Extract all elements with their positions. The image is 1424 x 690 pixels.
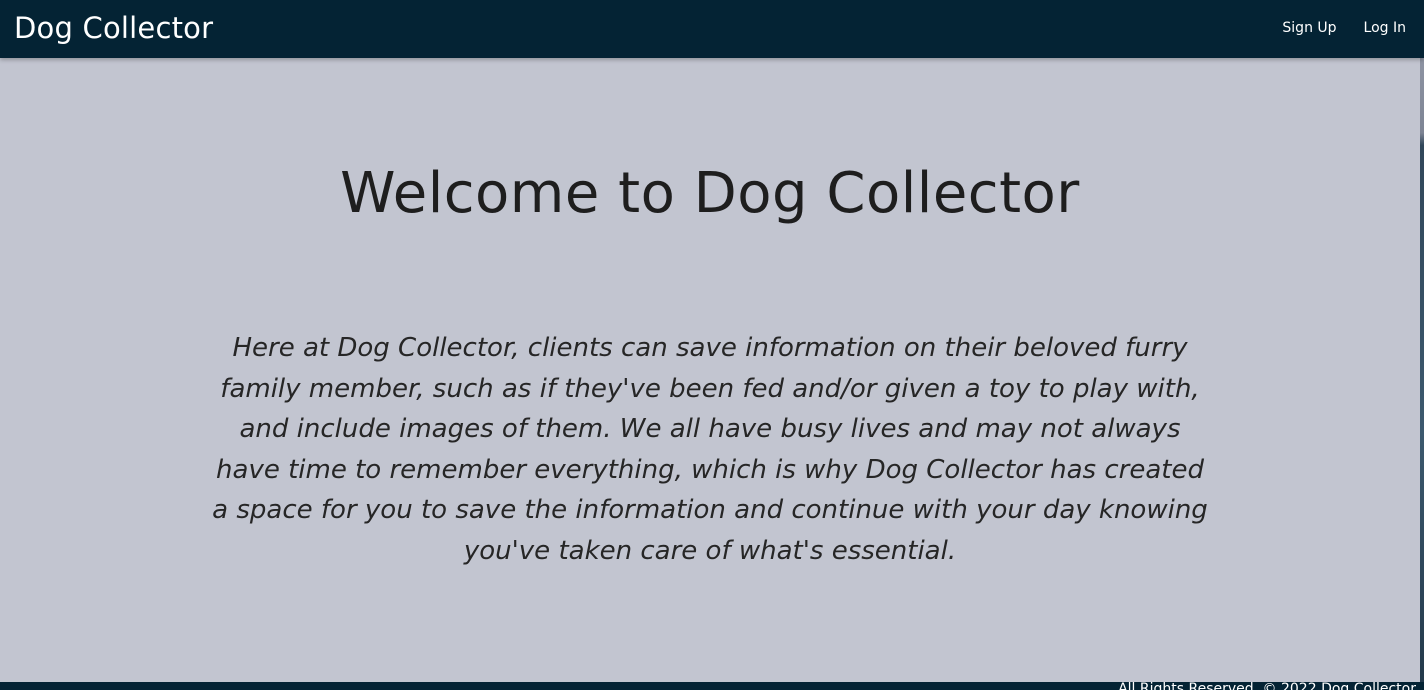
sign-up-link[interactable]: Sign Up (1282, 18, 1336, 38)
intro-paragraph: Here at Dog Collector, clients can save … (212, 333, 1208, 566)
nav-links: Sign Up Log In (1282, 18, 1406, 38)
background-edge-strip (1420, 58, 1424, 682)
footer-copyright: All Rights Reserved, © 2022 Dog Collecto… (1118, 682, 1416, 690)
footer: All Rights Reserved, © 2022 Dog Collecto… (0, 682, 1424, 690)
main-content: Welcome to Dog Collector Here at Dog Col… (0, 58, 1420, 682)
brand-logo-link[interactable]: Dog Collector (14, 9, 213, 47)
log-in-link[interactable]: Log In (1364, 18, 1406, 38)
top-navbar: Dog Collector Sign Up Log In (0, 0, 1424, 58)
page-title: Welcome to Dog Collector (340, 161, 1080, 226)
